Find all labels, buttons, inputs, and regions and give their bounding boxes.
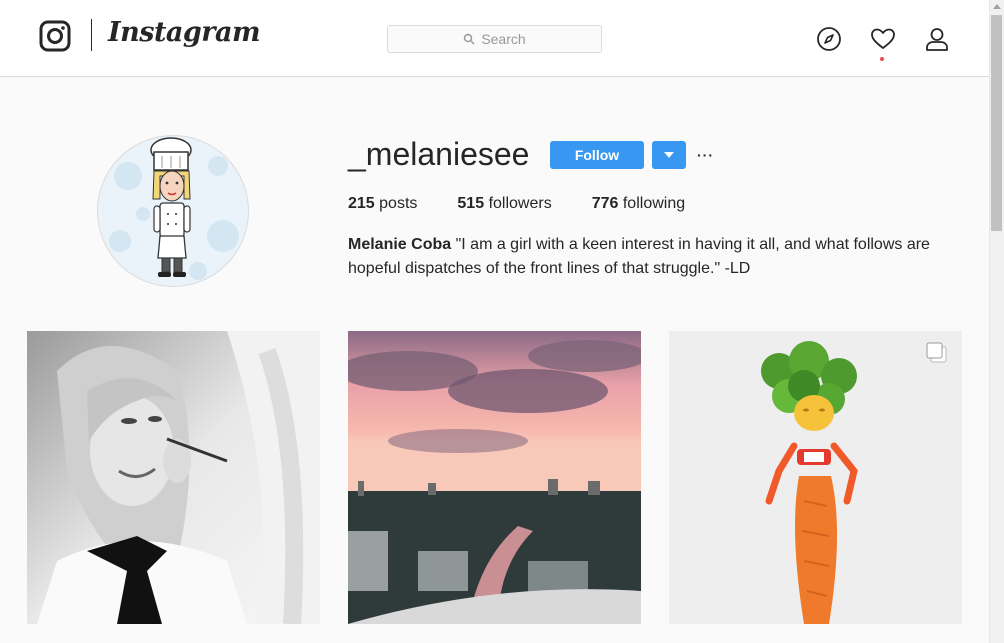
post-sunset-city[interactable] [348,331,641,624]
post-sunset-city-image [348,331,641,624]
posts-count: 215 [348,195,375,212]
post-vegetable-figure[interactable] [669,331,962,624]
search-placeholder: Search [481,31,526,47]
followers-label: followers [488,195,552,212]
instagram-glyph-icon[interactable] [39,20,71,52]
caret-down-icon [664,152,674,158]
more-options-button[interactable]: ··· [697,147,713,163]
post-portrait-image [27,331,320,624]
instagram-wordmark[interactable]: Instagram [108,17,261,48]
notification-dot [880,57,884,61]
bitmoji-chef-avatar [109,137,239,280]
profile-full-name: Melanie Coba [348,236,452,253]
profile-avatar[interactable] [97,135,249,287]
follow-button[interactable]: Follow [550,141,644,169]
profile-bio: Melanie Coba "I am a girl with a keen in… [348,233,948,281]
suggested-accounts-button[interactable] [652,141,686,169]
posts-stat: 215 posts [348,195,417,213]
search-input[interactable]: Search [387,25,602,53]
profile-stats: 215 posts 515 followers 776 following [348,195,725,213]
followers-stat[interactable]: 515 followers [457,195,551,213]
multiple-photos-icon [926,342,947,363]
person-icon[interactable] [924,26,950,52]
scrollbar-thumb[interactable] [991,15,1002,231]
scroll-up-arrow-icon[interactable] [993,4,1001,9]
top-navigation-bar: Instagram Search [0,0,989,77]
following-label: following [622,195,686,212]
heart-icon[interactable] [870,26,896,52]
logo-divider [91,19,92,51]
posts-label: posts [379,195,418,212]
profile-username: _melaniesee [348,136,530,172]
post-portrait[interactable] [27,331,320,624]
search-icon [464,33,475,45]
following-stat[interactable]: 776 following [592,195,685,213]
post-vegetable-figure-image [669,331,962,624]
following-count: 776 [591,195,619,212]
compass-icon[interactable] [816,26,842,52]
followers-count: 515 [457,195,485,212]
